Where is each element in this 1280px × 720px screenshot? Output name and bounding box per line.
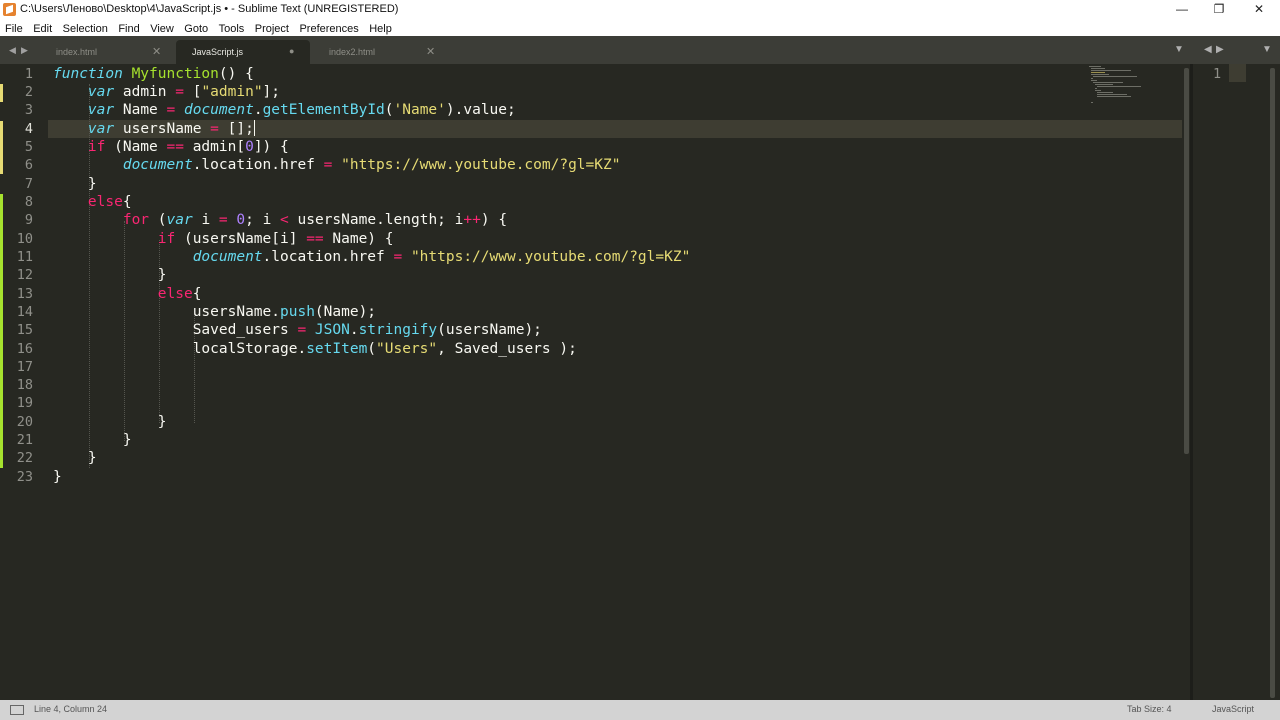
line-number: 16 (16, 341, 33, 357)
line-number: 12 (16, 267, 33, 283)
tab-label: JavaScript.js (192, 47, 244, 57)
line-number: 11 (16, 249, 33, 265)
scrollbar-thumb[interactable] (1184, 68, 1189, 454)
code-line-1: function Myfunction() { (53, 66, 254, 82)
code-line-4: var usersName = []; (87, 120, 255, 137)
code-line-23: } (53, 469, 62, 485)
tab-prev-arrow-icon[interactable]: ◀ (9, 45, 16, 56)
line-number: 21 (16, 432, 33, 448)
editor-scrollbar[interactable] (1182, 64, 1190, 700)
minimap-line (1091, 74, 1109, 75)
code-line-22: } (87, 450, 97, 466)
tab-close-icon[interactable]: ✕ (152, 45, 161, 58)
line-number: 19 (16, 395, 33, 411)
minimap-line (1097, 94, 1127, 95)
panel-toggle-icon[interactable] (10, 705, 24, 715)
line-number: 5 (24, 139, 33, 155)
minimize-button[interactable]: — (1162, 0, 1202, 19)
minimap-line (1091, 70, 1131, 71)
current-line-highlight (1229, 64, 1246, 82)
code-line-7: } (87, 176, 97, 192)
window-title: C:\Users\Леново\Desktop\4\JavaScript.js … (20, 3, 399, 15)
pane2-next-arrow-icon[interactable]: ▶ (1216, 44, 1224, 55)
line-number: 10 (16, 231, 33, 247)
minimap-line (1091, 102, 1093, 103)
tab-size-indicator[interactable]: Tab Size: 4 (1127, 704, 1172, 714)
status-bar: Line 4, Column 24 Tab Size: 4 JavaScript (0, 700, 1280, 720)
minimap-line (1095, 88, 1097, 89)
minimap-line (1097, 92, 1113, 93)
code-line-9: for (var i = 0; i < usersName.length; i+… (122, 212, 508, 228)
code-line-21: } (122, 432, 132, 448)
tab-dirty-dot-icon[interactable]: ● (289, 46, 294, 56)
code-line-8: else{ (87, 194, 132, 210)
minimap-line (1091, 80, 1097, 81)
line-number: 8 (24, 194, 33, 210)
code-line-3: var Name = document.getElementById('Name… (87, 102, 516, 118)
tab-dropdown-icon[interactable]: ▼ (1174, 44, 1184, 55)
line-number: 9 (24, 212, 33, 228)
title-bar: C:\Users\Леново\Desktop\4\JavaScript.js … (0, 0, 1280, 19)
code-line-6: document.location.href = "https://www.yo… (122, 157, 621, 173)
minimap-line (1095, 90, 1101, 91)
pane2-scrollbar[interactable] (1268, 64, 1276, 700)
menu-bar: File Edit Selection Find View Goto Tools… (0, 19, 1280, 36)
line-number: 1 (24, 66, 33, 82)
code-line-13: else{ (157, 286, 202, 302)
minimap-line (1097, 86, 1141, 87)
tab-bar: ◀ ▶ index.html ✕ JavaScript.js ● index2.… (0, 36, 1280, 64)
code-line-12: } (157, 267, 167, 283)
scrollbar-thumb[interactable] (1270, 68, 1275, 698)
pane2-dropdown-icon[interactable]: ▼ (1262, 44, 1272, 55)
tab-index2-html[interactable]: index2.html ✕ (312, 40, 448, 64)
tab-label: index.html (56, 47, 98, 57)
line-number: 17 (16, 359, 33, 375)
minimap-line (1095, 84, 1113, 85)
syntax-indicator[interactable]: JavaScript (1212, 704, 1254, 714)
minimap-line (1097, 96, 1131, 97)
cursor-position: Line 4, Column 24 (34, 704, 108, 714)
tab-label: index2.html (329, 47, 376, 57)
maximize-button[interactable]: ❐ (1199, 0, 1239, 19)
line-number: 6 (24, 157, 33, 173)
line-number: 15 (16, 322, 33, 338)
second-editor-pane[interactable]: 1 (1193, 64, 1280, 700)
line-number: 3 (24, 102, 33, 118)
line-number: 22 (16, 450, 33, 466)
minimap-line (1091, 78, 1093, 79)
minimap[interactable] (1087, 64, 1177, 104)
sublime-logo-icon (3, 3, 16, 16)
line-number: 18 (16, 377, 33, 393)
line-number: 14 (16, 304, 33, 320)
code-line-10: if (usersName[i] == Name) { (157, 231, 394, 247)
minimap-line (1093, 76, 1137, 77)
minimap-line (1089, 66, 1101, 67)
pane2-prev-arrow-icon[interactable]: ◀ (1204, 44, 1212, 55)
code-line-2: var admin = ["admin"]; (87, 84, 281, 100)
code-line-16: localStorage.setItem("Users", Saved_user… (192, 341, 577, 357)
line-number: 20 (16, 414, 33, 430)
line-number: 7 (24, 176, 33, 192)
code-line-14: usersName.push(Name); (192, 304, 377, 320)
line-number-gutter: 1 2 3 4 5 6 7 8 9 10 11 12 13 14 15 16 1… (0, 64, 48, 700)
code-line-15: Saved_users = JSON.stringify(usersName); (192, 322, 542, 338)
tab-next-arrow-icon[interactable]: ▶ (21, 45, 28, 56)
tab-javascript-js[interactable]: JavaScript.js ● (176, 40, 310, 64)
minimap-line (1093, 82, 1123, 83)
line-number: 2 (24, 84, 33, 100)
line-number-current: 4 (24, 121, 33, 137)
minimap-line (1091, 68, 1105, 69)
tab-index-html[interactable]: index.html ✕ (38, 40, 174, 64)
code-line-20: } (157, 414, 167, 430)
tab-close-icon[interactable]: ✕ (426, 45, 435, 58)
code-editor[interactable]: function Myfunction() { var admin = ["ad… (48, 64, 1088, 700)
text-cursor (253, 120, 255, 136)
code-line-5: if (Name == admin[0]) { (87, 139, 289, 155)
line-number-current: 1 (1213, 66, 1222, 82)
minimap-line (1091, 72, 1105, 73)
code-line-11: document.location.href = "https://www.yo… (192, 249, 691, 265)
line-number: 23 (16, 469, 33, 485)
line-number: 13 (16, 286, 33, 302)
close-window-button[interactable]: ✕ (1239, 0, 1279, 19)
